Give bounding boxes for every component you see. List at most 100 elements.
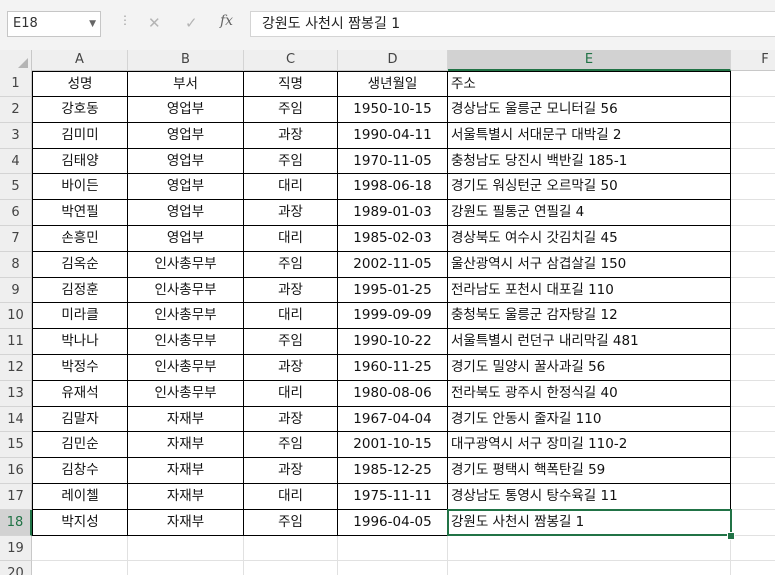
spreadsheet-grid[interactable]: ABCDEF 1 성명 부서 직명 생년월일 주소 2 강호동 영업부 주임 1950-10-15 경… xyxy=(0,50,775,575)
row-header-1[interactable]: 1 xyxy=(0,71,32,97)
select-all-button[interactable] xyxy=(0,50,32,71)
table-cell[interactable]: 1960-11-25 xyxy=(338,355,448,381)
empty-cell[interactable] xyxy=(731,407,775,433)
column-header-d[interactable]: D xyxy=(338,50,448,71)
table-cell[interactable]: 전라남도 포천시 대포길 110 xyxy=(448,277,731,304)
column-header-e[interactable]: E xyxy=(448,50,731,71)
table-cell[interactable]: 영업부 xyxy=(128,122,244,149)
table-cell[interactable]: 박지성 xyxy=(32,509,128,536)
table-cell[interactable]: 주임 xyxy=(244,509,338,536)
table-cell[interactable]: 충청북도 울릉군 감자탕길 12 xyxy=(448,303,731,330)
empty-cell[interactable] xyxy=(128,561,244,575)
table-cell[interactable]: 1985-02-03 xyxy=(338,226,448,252)
table-cell[interactable]: 과장 xyxy=(244,122,338,149)
table-cell[interactable]: 2002-11-05 xyxy=(338,251,448,278)
empty-cell[interactable] xyxy=(731,123,775,149)
table-header-cell[interactable]: 부서 xyxy=(128,71,244,97)
table-cell[interactable]: 대리 xyxy=(244,226,338,252)
table-cell[interactable]: 주임 xyxy=(244,148,338,175)
table-cell[interactable]: 경상남도 통영시 탕수육길 11 xyxy=(448,484,731,510)
row-header-10[interactable]: 10 xyxy=(0,303,32,330)
table-cell[interactable]: 주임 xyxy=(244,251,338,278)
enter-check-icon[interactable]: ✓ xyxy=(185,13,198,33)
fill-handle[interactable] xyxy=(727,531,735,540)
table-cell[interactable]: 대리 xyxy=(244,380,338,407)
empty-cell[interactable] xyxy=(731,278,775,304)
table-cell[interactable]: 서울특별시 서대문구 대박길 2 xyxy=(448,122,731,149)
row-header-20[interactable]: 20 xyxy=(0,561,32,575)
table-cell[interactable]: 과장 xyxy=(244,406,338,433)
table-cell[interactable]: 1998-06-18 xyxy=(338,174,448,201)
table-cell[interactable]: 과장 xyxy=(244,200,338,226)
row-header-3[interactable]: 3 xyxy=(0,122,32,149)
empty-cell[interactable] xyxy=(731,71,775,97)
table-cell[interactable]: 경기도 안동시 줄자길 110 xyxy=(448,406,731,433)
table-cell[interactable]: 대리 xyxy=(244,303,338,330)
table-cell[interactable]: 박나나 xyxy=(32,329,128,355)
table-cell[interactable]: 경상남도 울릉군 모니터길 56 xyxy=(448,97,731,123)
insert-function-icon[interactable]: fx xyxy=(220,13,233,29)
table-cell[interactable]: 김말자 xyxy=(32,406,128,433)
table-cell[interactable]: 경기도 밀양시 꿀사과길 56 xyxy=(448,355,731,381)
table-cell[interactable]: 1989-01-03 xyxy=(338,200,448,226)
row-header-6[interactable]: 6 xyxy=(0,200,32,226)
row-header-5[interactable]: 5 xyxy=(0,174,32,201)
table-header-cell[interactable]: 주소 xyxy=(448,71,731,97)
row-header-15[interactable]: 15 xyxy=(0,432,32,459)
table-cell[interactable]: 경기도 워싱턴군 오르막길 50 xyxy=(448,174,731,201)
table-cell[interactable]: 김옥순 xyxy=(32,251,128,278)
row-header-16[interactable]: 16 xyxy=(0,458,32,484)
empty-cell[interactable] xyxy=(731,536,775,562)
column-header-b[interactable]: B xyxy=(128,50,244,71)
empty-cell[interactable] xyxy=(731,303,775,330)
empty-cell[interactable] xyxy=(731,381,775,407)
table-cell[interactable]: 영업부 xyxy=(128,148,244,175)
row-header-9[interactable]: 9 xyxy=(0,277,32,304)
table-cell[interactable]: 영업부 xyxy=(128,200,244,226)
empty-cell[interactable] xyxy=(731,226,775,252)
table-cell[interactable]: 인사총무부 xyxy=(128,380,244,407)
table-cell[interactable]: 인사총무부 xyxy=(128,277,244,304)
table-cell[interactable]: 대리 xyxy=(244,174,338,201)
table-cell[interactable]: 미라클 xyxy=(32,303,128,330)
table-cell[interactable]: 김민순 xyxy=(32,432,128,459)
empty-cell[interactable] xyxy=(32,535,128,562)
table-cell[interactable]: 대리 xyxy=(244,484,338,510)
empty-cell[interactable] xyxy=(448,535,731,562)
table-cell[interactable]: 과장 xyxy=(244,458,338,484)
table-cell[interactable]: 김태양 xyxy=(32,148,128,175)
table-cell[interactable]: 자재부 xyxy=(128,509,244,536)
table-cell[interactable]: 주임 xyxy=(244,329,338,355)
row-header-17[interactable]: 17 xyxy=(0,484,32,510)
table-cell[interactable]: 바이든 xyxy=(32,174,128,201)
table-cell[interactable]: 1999-09-09 xyxy=(338,303,448,330)
table-cell[interactable]: 강호동 xyxy=(32,97,128,123)
empty-cell[interactable] xyxy=(338,535,448,562)
table-cell[interactable]: 2001-10-15 xyxy=(338,432,448,459)
column-header-f[interactable]: F xyxy=(731,50,775,71)
empty-cell[interactable] xyxy=(731,252,775,278)
column-header-a[interactable]: A xyxy=(32,50,128,71)
empty-cell[interactable] xyxy=(338,561,448,575)
column-header-c[interactable]: C xyxy=(244,50,338,71)
table-header-cell[interactable]: 성명 xyxy=(32,71,128,97)
empty-cell[interactable] xyxy=(244,561,338,575)
row-header-4[interactable]: 4 xyxy=(0,148,32,175)
table-header-cell[interactable]: 직명 xyxy=(244,71,338,97)
row-header-7[interactable]: 7 xyxy=(0,226,32,252)
table-cell[interactable]: 과장 xyxy=(244,355,338,381)
table-cell[interactable]: 인사총무부 xyxy=(128,251,244,278)
formula-input[interactable]: 강원도 사천시 짬봉길 1 xyxy=(250,11,775,37)
table-cell[interactable]: 전라북도 광주시 한정식길 40 xyxy=(448,380,731,407)
table-cell[interactable]: 1980-08-06 xyxy=(338,380,448,407)
table-cell[interactable]: 1985-12-25 xyxy=(338,458,448,484)
empty-cell[interactable] xyxy=(731,432,775,459)
table-cell[interactable]: 1970-11-05 xyxy=(338,148,448,175)
empty-cell[interactable] xyxy=(244,535,338,562)
empty-cell[interactable] xyxy=(731,561,775,575)
table-cell[interactable]: 인사총무부 xyxy=(128,303,244,330)
table-cell[interactable]: 1967-04-04 xyxy=(338,406,448,433)
table-cell[interactable]: 유재석 xyxy=(32,380,128,407)
table-cell[interactable]: 박연필 xyxy=(32,200,128,226)
empty-cell[interactable] xyxy=(448,561,731,575)
